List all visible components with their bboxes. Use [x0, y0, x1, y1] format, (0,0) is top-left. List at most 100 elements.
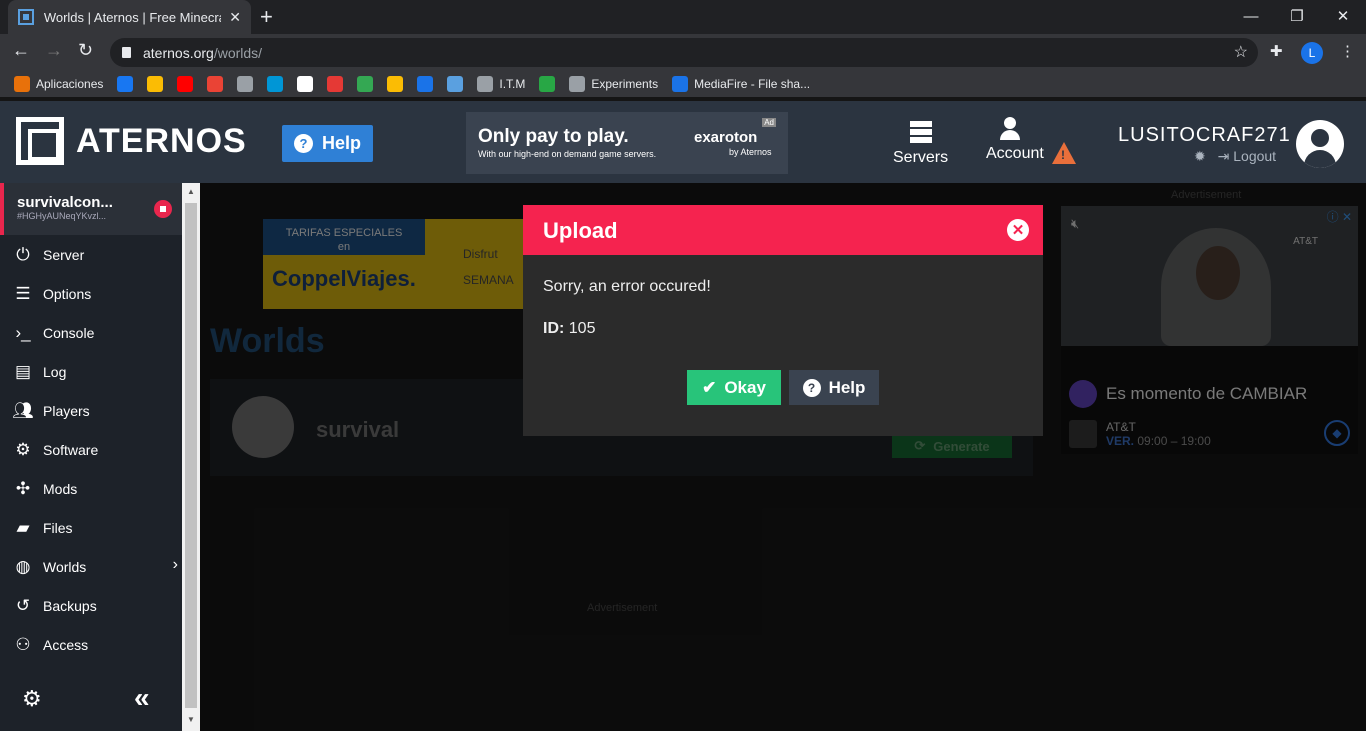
bookmark-favicon-icon — [447, 76, 464, 92]
users-icon: 👥︎ — [12, 400, 34, 420]
browser-tabbar: Worlds | Aternos | Free Minecraft ✕ + — … — [0, 0, 1366, 34]
user-gear-icon — [999, 117, 1030, 141]
sidebar-item-files[interactable]: ▰ Files — [0, 508, 182, 547]
server-name: survivalcon... — [17, 194, 113, 211]
modal-help-label: Help — [828, 377, 866, 397]
url-path: /worlds/ — [213, 44, 263, 61]
bookmark-item[interactable] — [327, 76, 344, 92]
bookmark-item[interactable]: MediaFire - File sha... — [672, 76, 810, 92]
bookmark-item[interactable] — [357, 76, 374, 92]
apps-grid-icon — [14, 76, 30, 92]
bookmark-favicon-icon — [147, 76, 164, 92]
aternos-favicon-icon — [18, 9, 34, 25]
sidebar-item-log[interactable]: ▤ Log — [0, 352, 182, 391]
bookmark-item[interactable] — [207, 76, 224, 92]
modal-header: Upload ✕ — [523, 205, 1043, 255]
aternos-logo[interactable]: ATERNOS — [16, 117, 247, 165]
gears-icon: ⚙ — [15, 439, 31, 459]
username: LUSITOCRAF271 — [1118, 124, 1291, 146]
extensions-icon[interactable]: ✚ — [1270, 42, 1283, 60]
account-label: Account — [986, 145, 1044, 162]
sidebar-item-label: Options — [43, 285, 92, 302]
bookmark-item[interactable] — [297, 76, 314, 92]
sidebar-item-backups[interactable]: ↺ Backups — [0, 586, 182, 625]
check-icon: ✔ — [702, 377, 717, 397]
sidebar-item-worlds[interactable]: ◍ Worlds › — [0, 547, 182, 586]
sidebar-item-label: Console — [43, 324, 95, 341]
sidebar-item-label: Backups — [43, 597, 97, 614]
bookmark-item[interactable] — [387, 76, 404, 92]
sidebar-item-access[interactable]: ⚇ Access — [0, 625, 182, 664]
reload-icon[interactable]: ↻ — [78, 40, 93, 61]
bookmark-item[interactable] — [267, 76, 284, 92]
bookmark-item[interactable]: I.T.M — [477, 76, 525, 92]
puzzle-icon: ✣ — [15, 478, 31, 498]
servers-link[interactable]: Servers — [893, 121, 948, 167]
question-icon: ? — [293, 134, 313, 153]
bookmark-favicon-icon — [417, 76, 434, 92]
bookmark-favicon-icon — [569, 76, 586, 92]
profile-avatar[interactable]: L — [1301, 42, 1323, 64]
bookmark-item[interactable] — [447, 76, 464, 92]
sidebar-item-console[interactable]: ›_ Console — [0, 313, 182, 352]
window-close-icon[interactable]: ✕ — [1320, 0, 1366, 32]
back-icon[interactable]: ← — [12, 40, 30, 61]
terminal-icon: ›_ — [15, 322, 31, 342]
menu-dots-icon[interactable]: ⋮ — [1340, 42, 1355, 60]
modal-help-button[interactable]: ? Help — [789, 370, 879, 405]
bookmark-star-icon[interactable]: ☆ — [1234, 42, 1248, 62]
server-card[interactable]: survivalcon... #HGHyAUNeqYKvzl... — [0, 183, 182, 235]
forward-icon[interactable]: → — [45, 40, 63, 61]
sidebar-item-server[interactable]: ⏻ Server — [0, 235, 182, 274]
sidebar-item-label: Worlds — [43, 558, 87, 575]
logout-icon: ⇥ — [1217, 148, 1230, 164]
bookmark-item[interactable] — [147, 76, 164, 92]
sidebar-item-players[interactable]: 👥︎ Players — [0, 391, 182, 430]
scroll-up-icon[interactable]: ▲ — [187, 187, 195, 196]
restore-icon[interactable]: ❐ — [1274, 0, 1320, 32]
bookmark-item[interactable] — [177, 76, 194, 92]
sidebar-item-mods[interactable]: ✣ Mods — [0, 469, 182, 508]
sidebar-scrollbar[interactable]: ▲ ▼ — [182, 183, 200, 731]
bookmark-item[interactable] — [117, 76, 134, 92]
bookmark-item[interactable]: Experiments — [569, 76, 658, 92]
bookmark-favicon-icon — [357, 76, 374, 92]
settings-small-icon[interactable]: ✹ — [1194, 148, 1206, 164]
bookmark-favicon-icon — [672, 76, 689, 92]
account-link[interactable]: Account — [986, 117, 1044, 163]
minimize-icon[interactable]: — — [1228, 0, 1274, 32]
header-help-button[interactable]: ? Help — [282, 125, 373, 162]
chevron-right-icon: › — [172, 556, 178, 573]
sliders-icon: ☰ — [15, 283, 31, 303]
sidebar-item-software[interactable]: ⚙ Software — [0, 430, 182, 469]
browser-tab[interactable]: Worlds | Aternos | Free Minecraft ✕ — [8, 0, 251, 34]
error-id: ID: 105 — [543, 320, 595, 338]
okay-button[interactable]: ✔ Okay — [687, 370, 781, 405]
new-tab-icon[interactable]: + — [260, 4, 273, 30]
bookmark-item[interactable]: Aplicaciones — [14, 76, 103, 92]
tab-close-icon[interactable]: ✕ — [229, 9, 241, 26]
upload-error-dialog: Upload ✕ Sorry, an error occured! ID: 10… — [523, 205, 1043, 436]
bookmark-item[interactable] — [237, 76, 254, 92]
settings-gear-icon[interactable]: ⚙ — [22, 686, 42, 712]
sidebar-item-options[interactable]: ☰ Options — [0, 274, 182, 313]
bookmark-item[interactable] — [539, 76, 556, 92]
bookmark-label: Aplicaciones — [36, 77, 104, 91]
logout-link[interactable]: ✹ ⇥ Logout — [1194, 148, 1276, 165]
error-id-value: 105 — [568, 320, 596, 337]
address-bar[interactable]: aternos.org/worlds/ ☆ — [110, 38, 1258, 67]
history-icon: ↺ — [15, 595, 31, 615]
sidebar-item-label: Access — [43, 636, 89, 653]
bookmark-item[interactable] — [417, 76, 434, 92]
modal-close-icon[interactable]: ✕ — [1007, 219, 1029, 241]
stop-server-icon[interactable] — [154, 200, 172, 218]
user-avatar-icon[interactable] — [1296, 120, 1344, 168]
modal-title: Upload — [543, 218, 618, 243]
scroll-down-icon[interactable]: ▼ — [187, 715, 195, 724]
servers-label: Servers — [893, 149, 949, 166]
bookmark-label: I.T.M — [499, 77, 526, 91]
banner-title: Only pay to play. — [478, 126, 629, 147]
exaroton-banner[interactable]: Ad Only pay to play. With our high-end o… — [466, 112, 788, 174]
scroll-thumb[interactable] — [185, 203, 197, 708]
collapse-sidebar-icon[interactable]: « — [134, 682, 150, 714]
